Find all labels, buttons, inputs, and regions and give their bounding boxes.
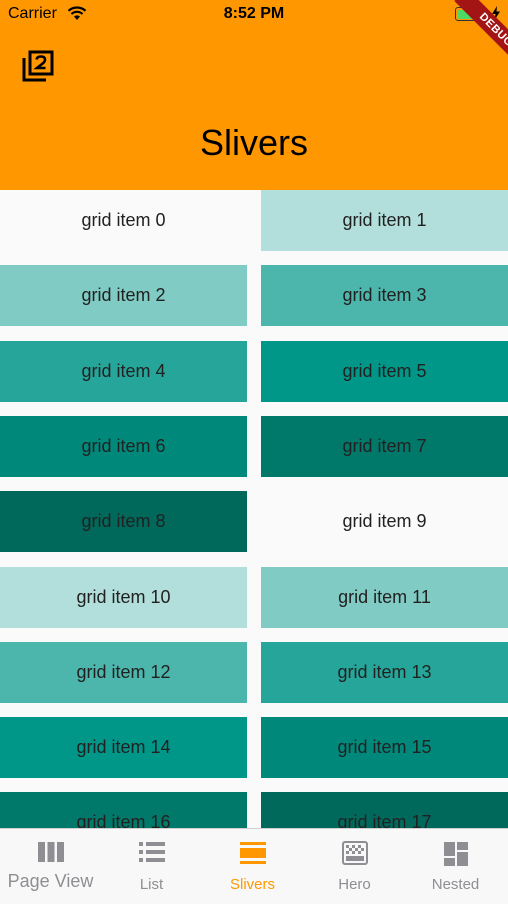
page-title: Slivers — [199, 122, 309, 163]
grid-item-label: grid item 3 — [342, 285, 427, 306]
grid-item-label: grid item 0 — [81, 210, 166, 230]
grid-item[interactable]: grid item 15 — [261, 717, 508, 779]
grid-item-label: grid item 11 — [338, 586, 431, 607]
filter-2-icon — [22, 50, 54, 82]
tab-list[interactable]: List — [101, 829, 202, 904]
view-day-icon — [239, 842, 266, 864]
grid-item[interactable]: grid item 7 — [261, 415, 508, 477]
grid-item[interactable]: grid item 17 — [261, 792, 508, 828]
grid-item-label: grid item 16 — [76, 812, 171, 828]
grid-item-label: grid item 5 — [342, 360, 427, 381]
grid-item-label: grid item 7 — [342, 435, 427, 456]
bottom-navigation-bar: Page View List Slivers Hero Nested — [0, 828, 508, 904]
grid-item[interactable]: grid item 8 — [0, 491, 247, 553]
grid-item[interactable]: grid item 4 — [0, 340, 247, 402]
grid-item-label: grid item 17 — [337, 812, 432, 828]
grid-item-label: grid item 14 — [76, 737, 171, 758]
tab-label: List — [139, 876, 164, 893]
grid-item-label: grid item 15 — [337, 737, 432, 758]
grid-item[interactable]: grid item 11 — [261, 566, 508, 628]
list-icon — [138, 842, 165, 862]
tab-label: Nested — [431, 876, 480, 893]
tab-nested[interactable]: Nested — [405, 829, 506, 904]
grid-item-label: grid item 9 — [342, 511, 427, 532]
grid-item[interactable]: grid item 2 — [0, 265, 247, 327]
grid-item-label: grid item 2 — [81, 285, 166, 306]
grid-item[interactable]: grid item 0 — [0, 190, 247, 251]
grid-item-label: grid item 12 — [76, 661, 171, 682]
tab-label: Hero — [338, 876, 371, 893]
grid-item-label: grid item 1 — [342, 210, 427, 230]
grid-item[interactable]: grid item 14 — [0, 717, 247, 779]
status-time: 8:52 PM — [223, 5, 285, 22]
tab-slivers[interactable]: Slivers — [202, 829, 303, 904]
grid-item[interactable]: grid item 16 — [0, 792, 247, 828]
grid-item-label: grid item 6 — [81, 435, 166, 456]
image-grid-icon — [341, 841, 368, 865]
grid-item[interactable]: grid item 6 — [0, 415, 247, 477]
grid-item-label: grid item 8 — [81, 511, 166, 532]
status-bar: Carrier 8:52 PM — [0, 0, 508, 28]
grid-item[interactable]: grid item 13 — [261, 641, 508, 703]
grid-item-label: grid item 10 — [76, 586, 171, 607]
grid-item[interactable]: grid item 3 — [261, 265, 508, 327]
app-bar: Carrier 8:52 PM DEBUG Slivers — [0, 0, 508, 190]
grid-item-label: grid item 13 — [337, 661, 432, 682]
filter-2-button[interactable] — [20, 48, 56, 84]
grid-item[interactable]: grid item 9 — [261, 491, 508, 553]
tab-hero[interactable]: Hero — [304, 829, 405, 904]
sliver-grid[interactable]: grid item 0 grid item 1 grid item 2 grid it… — [0, 190, 508, 828]
grid-item[interactable]: grid item 10 — [0, 566, 247, 628]
tab-label: Page View — [7, 871, 94, 891]
view-column-icon — [37, 842, 64, 862]
tab-page-view[interactable]: Page View — [0, 829, 101, 904]
grid-item[interactable]: grid item 1 — [261, 190, 508, 251]
grid-item[interactable]: grid item 12 — [0, 641, 247, 703]
dashboard-icon — [443, 842, 468, 866]
grid-item[interactable]: grid item 5 — [261, 340, 508, 402]
tab-label: Slivers — [229, 876, 275, 893]
grid-item-label: grid item 4 — [81, 360, 166, 381]
